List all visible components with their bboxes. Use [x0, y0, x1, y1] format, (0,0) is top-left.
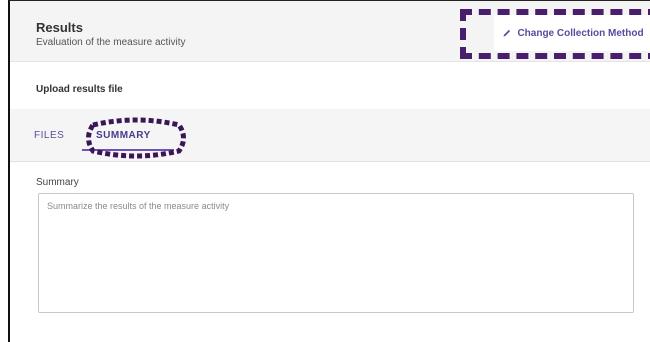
summary-label: Summary: [36, 177, 79, 188]
results-panel: Results Evaluation of the measure activi…: [8, 0, 650, 342]
summary-textarea[interactable]: [38, 193, 634, 313]
active-tab-indicator: [82, 149, 174, 151]
results-header: Results Evaluation of the measure activi…: [10, 1, 650, 62]
change-collection-method-button[interactable]: Change Collection Method: [494, 15, 650, 51]
upload-results-label: Upload results file: [36, 84, 123, 95]
pencil-icon: [503, 29, 511, 37]
change-collection-method-label: Change Collection Method: [517, 27, 644, 39]
page-title: Results: [36, 20, 83, 35]
tab-files[interactable]: FILES: [34, 130, 64, 141]
tab-bar: FILES SUMMARY: [10, 109, 650, 162]
page-subtitle: Evaluation of the measure activity: [36, 37, 186, 48]
tab-summary[interactable]: SUMMARY: [96, 130, 151, 141]
